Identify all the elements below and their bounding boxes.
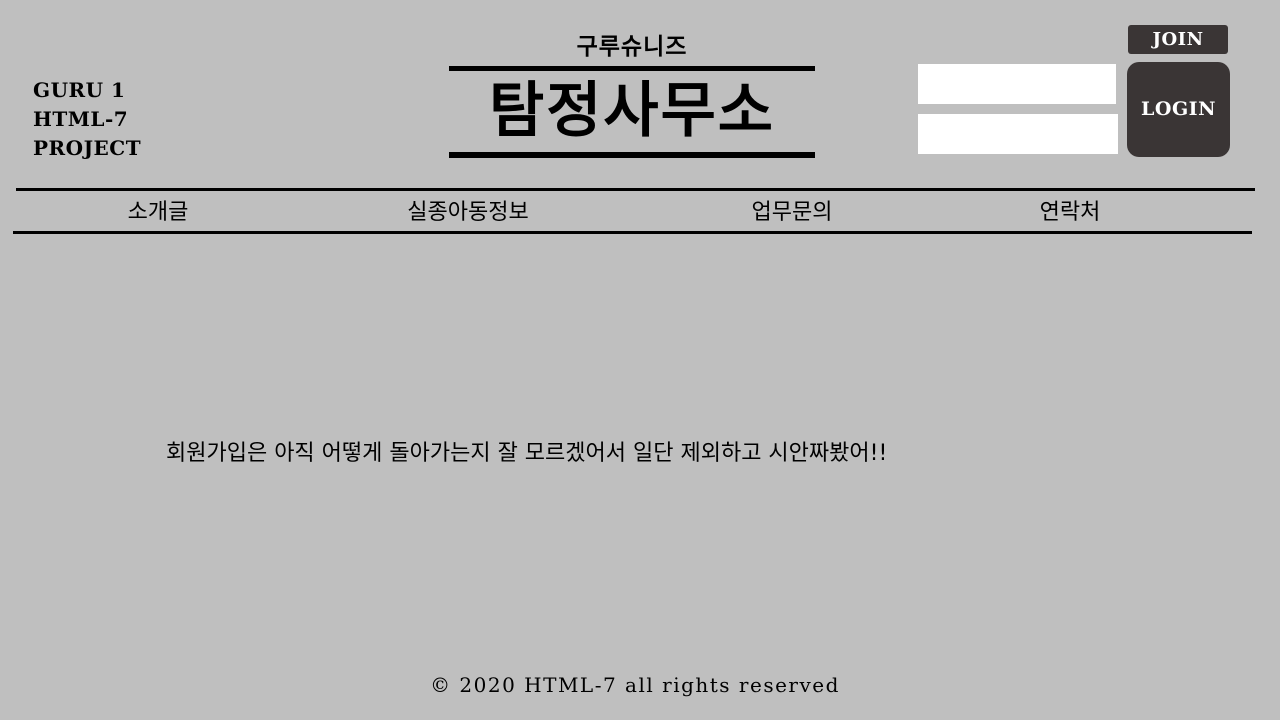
password-input[interactable] xyxy=(918,114,1118,154)
site-logo[interactable]: 구루슈니즈 탐정사무소 xyxy=(449,32,815,162)
main-notice-text: 회원가입은 아직 어떻게 돌아가는지 잘 모르겠어서 일단 제외하고 시안짜봤어… xyxy=(166,441,888,466)
logo-top-rule xyxy=(449,66,815,71)
logo-title: 탐정사무소 xyxy=(489,76,775,146)
logo-subtitle: 구루슈니즈 xyxy=(576,34,688,60)
project-label-line-1: GURU 1 xyxy=(33,78,126,102)
login-button[interactable]: LOGIN xyxy=(1127,62,1230,157)
project-label-line-3: PROJECT xyxy=(33,136,142,160)
nav-item-inquiry[interactable]: 업무문의 xyxy=(752,197,833,229)
join-button[interactable]: JOIN xyxy=(1128,25,1228,54)
nav-bottom-divider xyxy=(13,231,1252,234)
logo-bottom-rule xyxy=(449,152,815,158)
project-label: GURU 1 HTML-7 PROJECT xyxy=(33,76,193,163)
nav-item-missing-children[interactable]: 실종아동정보 xyxy=(407,197,528,229)
nav-item-contact[interactable]: 연락처 xyxy=(1040,197,1101,229)
user-id-input[interactable] xyxy=(918,64,1116,104)
nav-top-divider xyxy=(16,188,1255,191)
footer-copyright: © 2020 HTML-7 all rights reserved xyxy=(430,673,840,697)
project-label-line-2: HTML-7 xyxy=(33,107,129,131)
nav-item-intro[interactable]: 소개글 xyxy=(128,197,189,229)
